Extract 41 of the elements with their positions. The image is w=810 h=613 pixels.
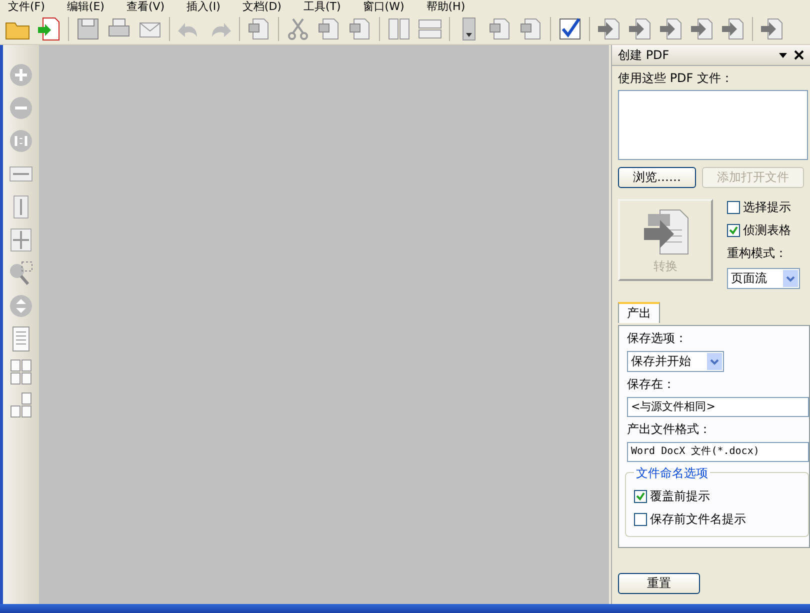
check-icon [729, 226, 738, 235]
fit-page-icon[interactable] [8, 226, 34, 254]
output-tab[interactable]: 产出 [618, 302, 660, 323]
check-icon [636, 492, 645, 501]
file-list[interactable] [618, 90, 808, 160]
menu-item[interactable]: 文件(F) [8, 0, 45, 14]
four-pages-icon[interactable] [8, 358, 34, 386]
scroll-icon[interactable] [8, 292, 34, 320]
zoom-select-icon[interactable] [8, 259, 34, 287]
reset-button[interactable]: 重置 [618, 573, 700, 594]
zoom-out-icon[interactable] [8, 94, 34, 122]
files-label: 使用这些 PDF 文件： [618, 70, 734, 87]
panel-title: 创建 PDF [618, 46, 670, 64]
group-title: 文件命名选项 [634, 465, 710, 482]
option-checkbox[interactable]: 选择提示 [727, 199, 800, 216]
actual-size-icon[interactable] [8, 127, 34, 155]
chevron-down-icon [710, 358, 719, 364]
zoom-in-icon[interactable] [8, 61, 34, 89]
three-pages-icon[interactable] [8, 391, 34, 419]
menu-item[interactable]: 查看(V) [126, 0, 165, 14]
menu-item[interactable]: 编辑(E) [66, 0, 104, 14]
dropdown-icon[interactable] [778, 50, 788, 60]
format-field[interactable]: Word DocX 文件(*.docx) [627, 442, 809, 462]
save-option-dropdown[interactable]: 保存并开始 [627, 351, 724, 372]
browse-button[interactable]: 浏览…… [618, 167, 696, 188]
chevron-down-icon [786, 276, 795, 282]
menu-item[interactable]: 窗口(W) [362, 0, 404, 14]
save-in-field[interactable]: <与源文件相同> [627, 397, 809, 417]
menu-item[interactable]: 帮助(H) [426, 0, 466, 14]
format-label: 产出文件格式： [627, 421, 712, 438]
option-checkbox[interactable]: 保存前文件名提示 [634, 511, 800, 528]
mode-dropdown[interactable]: 页面流 [727, 268, 800, 289]
menu-item[interactable]: 文档(D) [242, 0, 282, 14]
option-checkbox[interactable]: 侦测表格 [727, 222, 800, 239]
option-checkbox[interactable]: 覆盖前提示 [634, 488, 800, 505]
close-icon[interactable] [794, 50, 804, 60]
menu-item[interactable]: 插入(I) [186, 0, 220, 14]
save-option-label: 保存选项： [627, 330, 688, 347]
mode-label: 重构模式： [727, 245, 788, 262]
menu-item[interactable]: 工具(T) [303, 0, 341, 14]
save-in-label: 保存在： [627, 376, 676, 393]
